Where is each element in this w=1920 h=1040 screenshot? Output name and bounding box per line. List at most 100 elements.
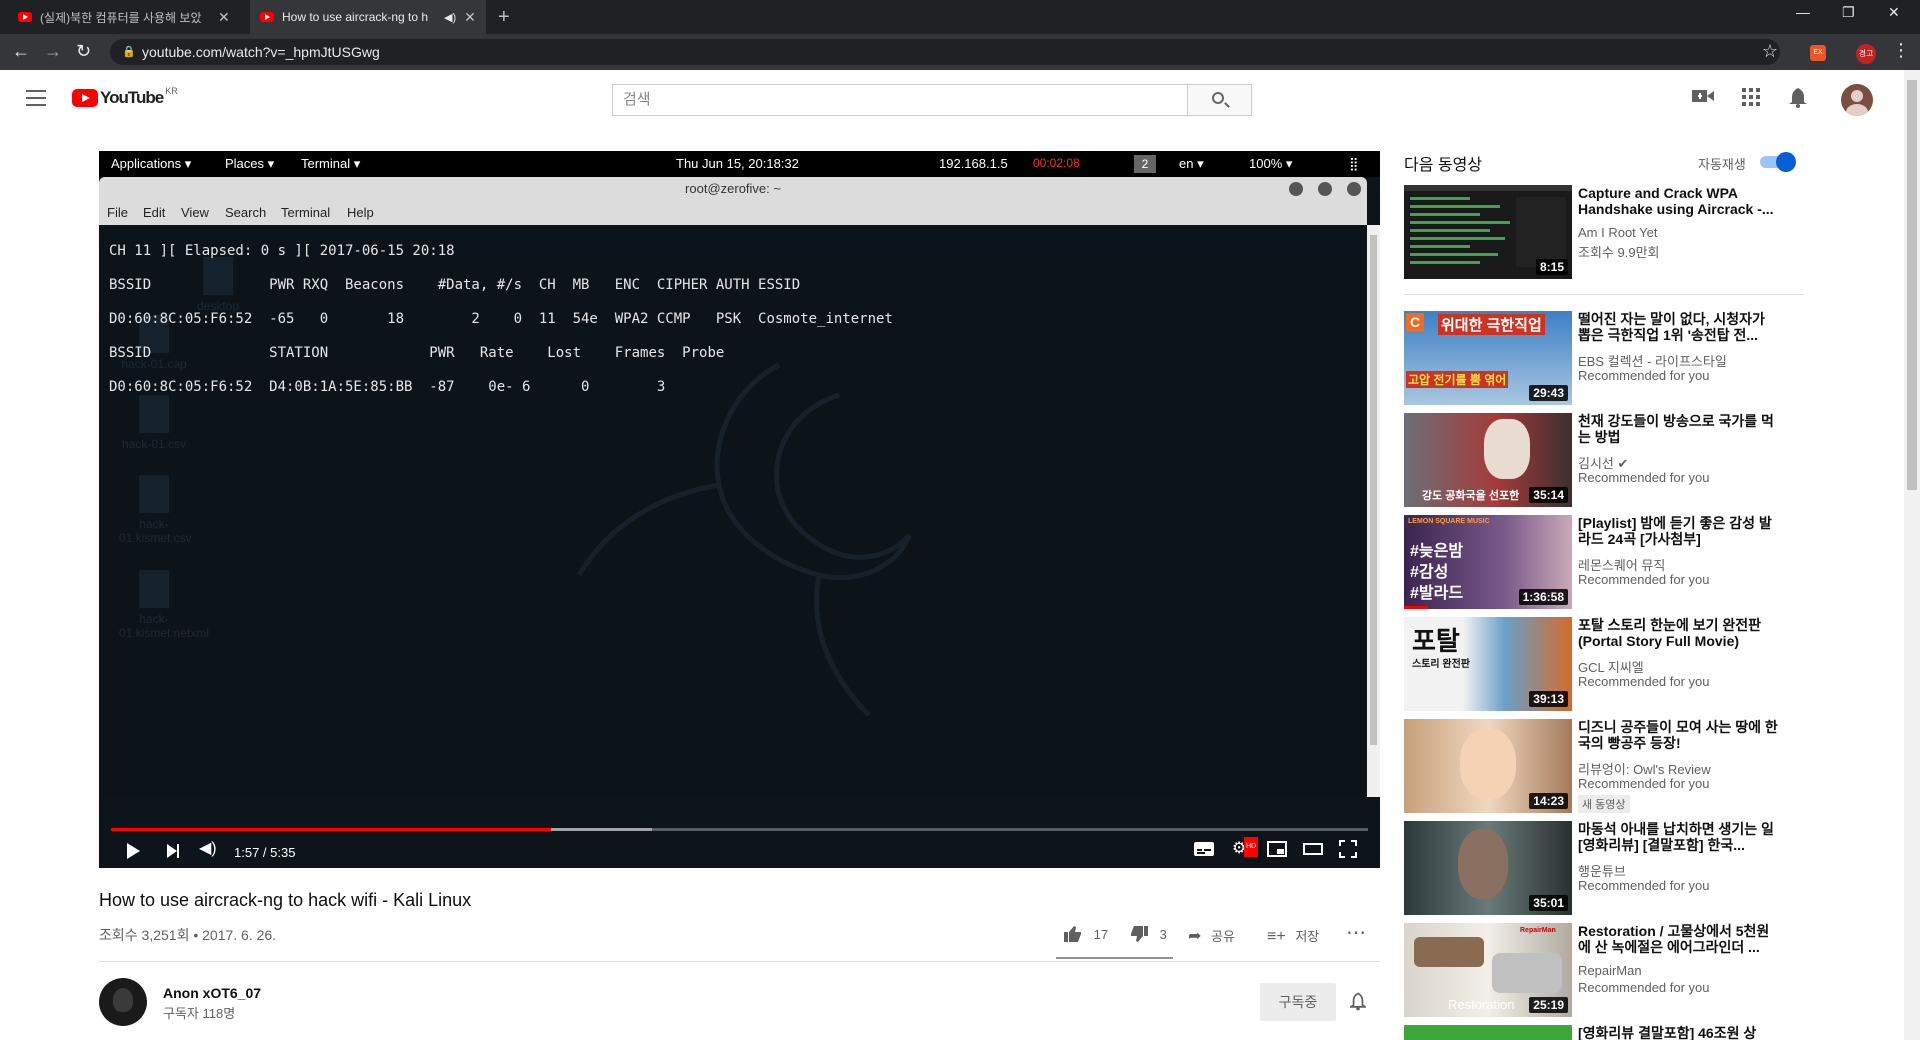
dislike-button[interactable]: 3 <box>1130 926 1167 942</box>
terminal-scrollbar <box>1367 225 1380 797</box>
restore-icon[interactable]: ❐ <box>1842 4 1855 21</box>
browser-tab-2[interactable]: How to use aircrack-ng to h ◀) ✕ <box>250 0 486 34</box>
close-tab-icon[interactable]: ✕ <box>464 9 476 26</box>
user-avatar[interactable] <box>1841 84 1873 116</box>
thumbnail-text: 강도 공화국을 선포한 <box>1422 490 1520 502</box>
video-title: How to use aircrack-ng to hack wifi - Ka… <box>99 890 472 910</box>
video-meta: 조회수 3,251회 • 2017. 6. 26. <box>99 927 277 943</box>
kali-clock: Thu Jun 15, 20:18:32 <box>676 156 799 171</box>
kali-workspace: 2 <box>1134 155 1156 173</box>
apps-grid-icon[interactable] <box>1742 88 1760 110</box>
speaker-icon[interactable]: ◀) <box>444 11 456 24</box>
url-input[interactable]: 🔒 youtube.com/watch?v=_hpmJtUSGwg <box>110 39 1780 65</box>
reload-icon[interactable]: ↻ <box>76 42 91 60</box>
file-icon <box>139 475 169 513</box>
recommended-video[interactable]: C 위대한 극한직업 고압 전기를 뿜 엮어 29:43 떨어진 자는 말이 없… <box>1404 311 1814 405</box>
logo-text: YouTube <box>100 88 164 107</box>
channel-name[interactable]: Am I Root Yet <box>1578 225 1658 240</box>
youtube-logo[interactable]: YouTube KR <box>72 86 178 108</box>
video-thumbnail[interactable] <box>1404 1025 1572 1040</box>
video-thumbnail[interactable]: 35:01 <box>1404 821 1572 915</box>
video-thumbnail[interactable]: C 위대한 극한직업 고압 전기를 뿜 엮어 29:43 <box>1404 311 1572 405</box>
video-thumbnail[interactable]: 14:23 <box>1404 719 1572 813</box>
video-thumbnail[interactable]: 강도 공화국을 선포한 35:14 <box>1404 413 1572 507</box>
video-thumbnail[interactable]: 8:15 <box>1404 185 1572 279</box>
bookmark-star-icon[interactable]: ☆ <box>1762 41 1778 62</box>
video-player[interactable]: Applications ▾ Places ▾ Terminal ▾ Thu J… <box>99 151 1380 868</box>
volume-icon[interactable]: ◀) <box>199 839 217 859</box>
thumbnail-text: RepairMan <box>1520 927 1556 934</box>
video-info: Recommended for you <box>1578 776 1710 791</box>
video-title[interactable]: [영화리뷰 결말포함] 46조원 상 <box>1578 1025 1778 1040</box>
video-title[interactable]: 떨어진 자는 말이 없다, 시청자가 뽑은 극한직업 1위 '송전탑 전... <box>1578 311 1778 343</box>
video-progress-bar[interactable] <box>111 828 1368 831</box>
new-tab-button[interactable]: + <box>498 6 510 29</box>
video-title[interactable]: 디즈니 공주들이 모여 사는 땅에 한국의 빵공주 등장! <box>1578 719 1778 751</box>
forward-arrow-icon[interactable]: → <box>44 42 62 60</box>
fullscreen-icon[interactable] <box>1339 840 1357 864</box>
recommended-video[interactable]: 14:23 디즈니 공주들이 모여 사는 땅에 한국의 빵공주 등장! 리뷰엉이… <box>1404 719 1814 813</box>
video-info: Recommended for you <box>1578 878 1710 893</box>
watched-progress-bar <box>1404 606 1428 609</box>
thumbs-down-icon <box>1131 926 1148 942</box>
video-title[interactable]: 포탈 스토리 한눈에 보기 완전판 (Portal Story Full Mov… <box>1578 617 1778 649</box>
hamburger-menu-icon[interactable] <box>26 90 46 111</box>
miniplayer-icon[interactable] <box>1267 841 1287 863</box>
kali-lang: en ▾ <box>1179 156 1204 171</box>
play-icon[interactable] <box>127 843 140 859</box>
terminal-body: desktop hack-01.cap hack-01.csv hack-01.… <box>99 225 1367 797</box>
search-button[interactable] <box>1188 84 1252 116</box>
video-title[interactable]: Capture and Crack WPA Handshake using Ai… <box>1578 185 1778 217</box>
subtitles-icon[interactable] <box>1194 841 1214 863</box>
channel-name[interactable]: Anon xOT6_07 <box>163 985 261 1001</box>
video-duration: 35:01 <box>1529 895 1568 911</box>
theater-mode-icon[interactable] <box>1303 841 1323 863</box>
autoplay-toggle[interactable] <box>1760 152 1796 172</box>
page-scrollbar[interactable] <box>1904 70 1920 1040</box>
desktop-icon-label: hack-01.csv <box>121 437 187 451</box>
minimize-icon[interactable]: — <box>1796 4 1810 20</box>
video-title[interactable]: 천재 강도들이 방송으로 국가를 먹는 방법 <box>1578 413 1778 445</box>
share-button[interactable]: ➦ 공유 <box>1188 926 1235 946</box>
close-window-icon[interactable]: ✕ <box>1888 4 1900 21</box>
recommended-video[interactable]: [영화리뷰 결말포함] 46조원 상 <box>1404 1025 1814 1040</box>
video-thumbnail[interactable]: RepairMan Restoration 25:19 <box>1404 923 1572 1017</box>
recommended-video[interactable]: 35:01 마동석 아내를 납치하면 생기는 일 [영화리뷰] [결말포함] 한… <box>1404 821 1814 915</box>
terminal-window: root@zerofive: ~ File Edit View Search T… <box>99 177 1380 797</box>
video-title[interactable]: Restoration / 고물상에서 5천원에 산 녹에절은 에어그라인더 .… <box>1578 923 1778 955</box>
recommended-video[interactable]: 강도 공화국을 선포한 35:14 천재 강도들이 방송으로 국가를 먹는 방법… <box>1404 413 1814 507</box>
extension-icon[interactable]: EX <box>1810 45 1826 61</box>
youtube-play-logo-icon <box>72 89 98 107</box>
like-count: 17 <box>1093 927 1109 942</box>
kali-top-panel: Applications ▾ Places ▾ Terminal ▾ Thu J… <box>99 151 1380 177</box>
search-input[interactable]: 검색 <box>612 84 1188 116</box>
channel-name[interactable]: RepairMan <box>1578 963 1642 978</box>
profile-warning-badge[interactable]: 경고 <box>1856 44 1876 64</box>
video-title[interactable]: [Playlist] 밤에 듣기 좋은 감성 발라드 24곡 [가사첨부] <box>1578 515 1778 547</box>
subscribed-button[interactable]: 구독중 <box>1260 983 1336 1021</box>
notification-bell-icon[interactable] <box>1347 992 1369 1016</box>
recommended-video[interactable]: 포탈 스토리 완전판 39:13 포탈 스토리 한눈에 보기 완전판 (Port… <box>1404 617 1814 711</box>
channel-avatar[interactable] <box>99 978 147 1026</box>
like-button[interactable]: 17 <box>1064 926 1108 942</box>
next-video-icon[interactable] <box>167 844 179 858</box>
video-duration: 29:43 <box>1529 385 1568 401</box>
browser-menu-icon[interactable]: ⋮ <box>1892 40 1910 61</box>
close-tab-icon[interactable]: ✕ <box>218 9 230 26</box>
create-video-icon[interactable] <box>1692 88 1714 108</box>
save-button[interactable]: ≡+ 저장 <box>1267 926 1319 946</box>
more-actions-icon[interactable]: ⋯ <box>1346 920 1366 945</box>
video-thumbnail[interactable]: 포탈 스토리 완전판 39:13 <box>1404 617 1572 711</box>
notifications-bell-icon[interactable] <box>1789 88 1807 112</box>
kali-terminal-menu: Terminal ▾ <box>301 156 361 171</box>
recommended-video[interactable]: LEMON SQUARE MUSIC #늦은밤 #감성 #발라드 1:36:58… <box>1404 515 1814 609</box>
recommended-video[interactable]: 8:15 Capture and Crack WPA Handshake usi… <box>1404 185 1814 279</box>
terminal-line: D0:60:8C:05:F6:52 -65 0 18 2 0 11 54e WP… <box>109 311 893 327</box>
back-arrow-icon[interactable]: ← <box>12 42 30 60</box>
recommended-video[interactable]: RepairMan Restoration 25:19 Restoration … <box>1404 923 1814 1017</box>
browser-tab-1[interactable]: (실제)북한 컴퓨터를 사용해 보았 ✕ <box>8 0 246 34</box>
settings-gear-icon[interactable]: ⚙ HD <box>1232 837 1259 859</box>
video-thumbnail[interactable]: LEMON SQUARE MUSIC #늦은밤 #감성 #발라드 1:36:58 <box>1404 515 1572 609</box>
video-title[interactable]: 마동석 아내를 납치하면 생기는 일 [영화리뷰] [결말포함] 한국... <box>1578 821 1778 853</box>
tool-art <box>1492 953 1562 993</box>
